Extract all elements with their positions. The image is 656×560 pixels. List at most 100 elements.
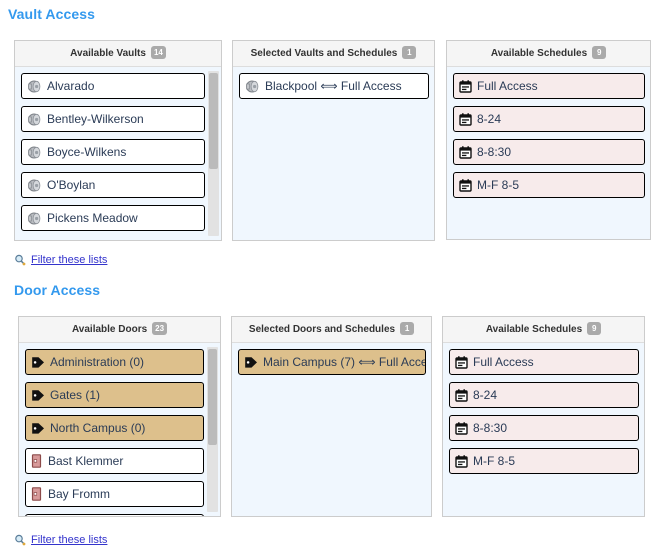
panel-header-label: Available Schedules: [485, 324, 583, 335]
list-item[interactable]: Alvarado: [21, 73, 205, 99]
filter-lists-link-vault[interactable]: Filter these lists: [14, 254, 107, 266]
calendar-icon: [459, 178, 472, 192]
filter-lists-label[interactable]: Filter these lists: [31, 534, 107, 546]
panel-header-label: Available Schedules: [490, 48, 588, 59]
tag-icon: [31, 356, 45, 369]
section-title-vault-access: Vault Access: [8, 6, 96, 22]
panel-available-vaults: Available Vaults 14 Alvarado Bentley-Wilk…: [14, 40, 222, 241]
calendar-icon: [459, 79, 472, 93]
list-available-schedules-vault[interactable]: Full Access 8-24 8-8:30 M-F 8-5: [447, 67, 650, 239]
list-item[interactable]: Bentley-Wilkerson: [21, 106, 205, 132]
list-item-label: M-F 8-5: [473, 453, 515, 468]
panel-available-schedules-vault: Available Schedules 9 Full Access 8-24 8-…: [446, 40, 651, 240]
list-item-partial[interactable]: [25, 514, 204, 516]
list-item-label: Administration (0): [50, 354, 145, 369]
section-title-door-access: Door Access: [14, 282, 101, 298]
calendar-icon: [455, 454, 468, 468]
panel-header-label: Selected Vaults and Schedules: [250, 48, 398, 59]
list-available-schedules-door[interactable]: Full Access 8-24 8-8:30 M-F 8-5: [443, 343, 644, 516]
vault-icon: [27, 79, 42, 94]
count-badge: 1: [400, 321, 415, 335]
list-available-doors[interactable]: Administration (0) Gates (1) North Campu…: [19, 343, 220, 516]
calendar-icon: [455, 355, 468, 369]
list-available-vaults[interactable]: Alvarado Bentley-Wilkerson Boyce-Wilkens…: [15, 67, 221, 240]
list-item-label: Pickens Meadow: [47, 210, 138, 225]
vault-icon: [27, 178, 42, 193]
list-item-label: 8-8:30: [473, 420, 508, 435]
list-item-label: 8-24: [473, 387, 498, 402]
vault-icon: [27, 211, 42, 226]
search-icon: [14, 254, 26, 266]
list-item-label: Blackpool ⟺ Full Access: [265, 78, 402, 93]
panel-available-schedules-door: Available Schedules 9 Full Access 8-24 8-…: [442, 316, 645, 517]
calendar-icon: [459, 112, 472, 126]
door-icon: [31, 487, 43, 501]
scrollbar-available-doors[interactable]: [207, 347, 218, 512]
panel-selected-vaults: Selected Vaults and Schedules 1 Blackpool…: [232, 40, 435, 241]
list-item[interactable]: 8-8:30: [449, 415, 639, 441]
list-item[interactable]: Bast Klemmer: [25, 448, 204, 474]
list-item-label: Bast Klemmer: [48, 453, 124, 468]
list-item-label: Gates (1): [50, 387, 101, 402]
count-badge: 9: [592, 45, 607, 59]
panel-header-available-schedules: Available Schedules 9: [443, 317, 644, 343]
panel-header-selected-doors: Selected Doors and Schedules 1: [232, 317, 431, 343]
count-badge: 9: [587, 321, 602, 335]
tag-icon: [31, 422, 45, 435]
list-item-label: Bentley-Wilkerson: [47, 111, 144, 126]
list-item[interactable]: Gates (1): [25, 382, 204, 408]
list-item[interactable]: Blackpool ⟺ Full Access: [239, 73, 429, 99]
list-item[interactable]: M-F 8-5: [453, 172, 645, 198]
list-item[interactable]: North Campus (0): [25, 415, 204, 441]
panel-header-label: Available Doors: [71, 324, 148, 335]
list-item-label: Boyce-Wilkens: [47, 144, 127, 159]
count-badge: 1: [402, 45, 417, 59]
tag-icon: [31, 389, 45, 402]
scrollbar-thumb[interactable]: [208, 349, 217, 445]
list-item-label: 8-8:30: [477, 144, 512, 159]
filter-lists-link-door[interactable]: Filter these lists: [14, 534, 107, 546]
panel-header-available-schedules: Available Schedules 9: [447, 41, 650, 67]
calendar-icon: [455, 388, 468, 402]
panel-selected-doors: Selected Doors and Schedules 1 Main Campu…: [231, 316, 432, 517]
list-item-label: North Campus (0): [50, 420, 146, 435]
filter-lists-label[interactable]: Filter these lists: [31, 254, 107, 266]
panel-header-label: Selected Doors and Schedules: [248, 324, 396, 335]
list-item[interactable]: 8-24: [453, 106, 645, 132]
panel-header-available-doors: Available Doors 23: [19, 317, 220, 343]
list-item-label: Alvarado: [47, 78, 95, 93]
list-item[interactable]: M-F 8-5: [449, 448, 639, 474]
list-item[interactable]: Administration (0): [25, 349, 204, 375]
panel-header-selected-vaults: Selected Vaults and Schedules 1: [233, 41, 434, 67]
list-item[interactable]: Full Access: [449, 349, 639, 375]
list-item-label: Full Access: [473, 354, 534, 369]
door-icon: [31, 454, 43, 468]
list-item[interactable]: Boyce-Wilkens: [21, 139, 205, 165]
list-item-label: O'Boylan: [47, 177, 96, 192]
list-item-label: Full Access: [477, 78, 538, 93]
scrollbar-thumb[interactable]: [209, 73, 218, 169]
panel-header-label: Available Vaults: [70, 48, 146, 59]
list-item-label: 8-24: [477, 111, 502, 126]
list-item[interactable]: 8-24: [449, 382, 639, 408]
panel-available-doors: Available Doors 23 Administration (0) Gat…: [18, 316, 221, 517]
vault-icon: [27, 145, 42, 160]
list-item-label: Bay Fromm: [48, 486, 111, 501]
list-item[interactable]: O'Boylan: [21, 172, 205, 198]
list-item[interactable]: Full Access: [453, 73, 645, 99]
list-item[interactable]: 8-8:30: [453, 139, 645, 165]
vault-icon: [27, 112, 42, 127]
list-item[interactable]: Main Campus (7) ⟺ Full Access: [238, 349, 426, 375]
list-item-label: Main Campus (7) ⟺ Full Access: [263, 354, 426, 369]
search-icon: [14, 534, 26, 546]
count-badge: 14: [150, 45, 166, 59]
list-selected-doors[interactable]: Main Campus (7) ⟺ Full Access: [232, 343, 431, 516]
list-item[interactable]: Bay Fromm: [25, 481, 204, 507]
count-badge: 23: [152, 321, 168, 335]
tag-icon: [244, 356, 258, 369]
vault-icon: [245, 79, 260, 94]
list-item[interactable]: Pickens Meadow: [21, 205, 205, 231]
scrollbar-available-vaults[interactable]: [208, 71, 219, 236]
panel-header-available-vaults: Available Vaults 14: [15, 41, 221, 67]
list-selected-vaults[interactable]: Blackpool ⟺ Full Access: [233, 67, 434, 240]
